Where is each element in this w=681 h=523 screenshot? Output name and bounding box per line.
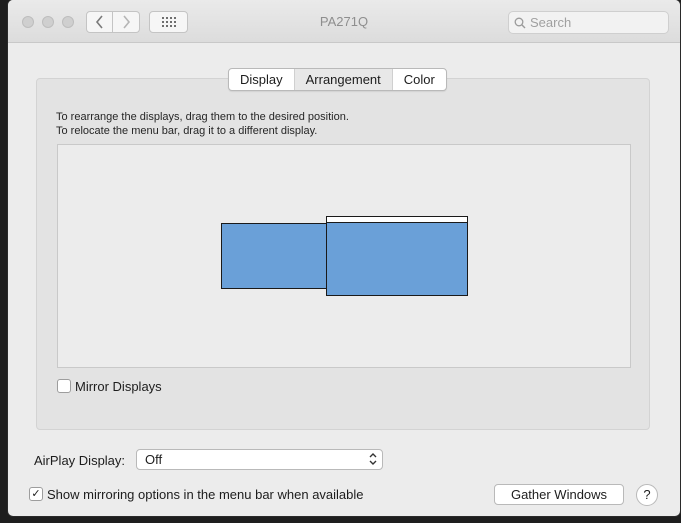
display-arrangement-area [57,144,631,368]
gather-windows-button[interactable]: Gather Windows [494,484,624,505]
airplay-select[interactable]: Off [136,449,383,470]
tab-color[interactable]: Color [393,69,446,90]
search-placeholder: Search [530,15,572,30]
secondary-display[interactable] [221,223,327,289]
arrange-hint: To rearrange the displays, drag them to … [56,111,349,123]
tab-arrangement[interactable]: Arrangement [294,69,393,90]
show-mirroring-label: Show mirroring options in the menu bar w… [47,487,364,502]
search-icon [514,17,526,28]
title-bar: PA271Q Search [8,0,680,43]
segmented-tabs: Display Arrangement Color [228,68,447,91]
tab-display[interactable]: Display [229,69,295,90]
menubar-hint: To relocate the menu bar, drag it to a d… [56,125,318,137]
mirror-displays-checkbox[interactable] [57,379,71,393]
help-button[interactable]: ? [636,484,658,506]
menu-bar-handle[interactable] [326,216,468,223]
preferences-window: PA271Q Search Display Arrangement Color … [8,0,680,516]
airplay-label: AirPlay Display: [34,453,126,468]
airplay-value: Off [145,452,163,467]
mirror-displays-label: Mirror Displays [75,379,162,394]
updown-arrows-icon [369,453,377,465]
checkmark-icon: ✓ [31,487,41,500]
show-mirroring-checkbox[interactable]: ✓ [29,487,43,501]
main-display[interactable] [326,216,468,296]
search-field[interactable]: Search [508,11,669,34]
